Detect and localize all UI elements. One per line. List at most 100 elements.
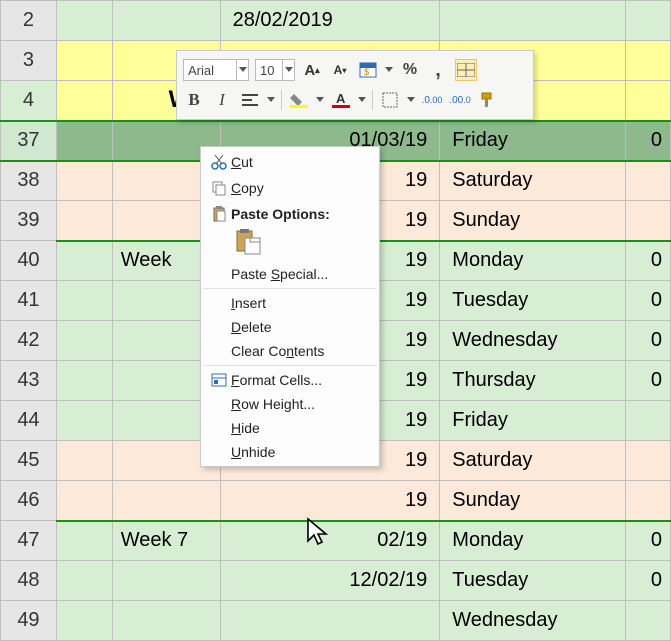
cell-val[interactable]: 0	[626, 241, 671, 281]
font-color-icon[interactable]: A	[330, 89, 352, 111]
cell-day[interactable]: Friday	[440, 401, 626, 441]
menu-cut[interactable]: CuCutt	[201, 149, 379, 175]
menu-copy[interactable]: Copy	[201, 175, 379, 201]
accounting-format-icon[interactable]: $	[357, 59, 379, 81]
mini-toolbar: Arial 10 A▴ A▾ $ % , B I	[176, 50, 534, 120]
cell-val[interactable]: 0	[626, 121, 671, 161]
cell-day[interactable]: Sunday	[440, 481, 626, 521]
chevron-down-icon[interactable]	[316, 97, 324, 103]
cell-date[interactable]: 28/02/2019	[220, 1, 440, 41]
menu-paste-options-header: Paste Options:	[201, 201, 379, 227]
svg-text:A: A	[336, 92, 346, 106]
menu-clear-contents[interactable]: Clear Contents	[201, 339, 379, 363]
cell-date[interactable]: 12/02/19	[220, 561, 440, 601]
menu-label: Copy	[231, 180, 369, 196]
menu-delete[interactable]: Delete	[201, 315, 379, 339]
row-header-44[interactable]: 44	[1, 401, 57, 441]
cell-val[interactable]: 0	[626, 281, 671, 321]
chevron-down-icon[interactable]	[385, 67, 393, 73]
chevron-down-icon[interactable]	[236, 59, 248, 81]
fill-color-icon[interactable]	[288, 89, 310, 111]
percent-icon[interactable]: %	[399, 59, 421, 81]
row-header-43[interactable]: 43	[1, 361, 57, 401]
row-2: 2 28/02/2019	[1, 1, 671, 41]
row-48: 48 12/02/19 Tuesday 0	[1, 561, 671, 601]
menu-hide[interactable]: Hide	[201, 416, 379, 440]
font-name-value: Arial	[188, 63, 214, 78]
menu-paste-special[interactable]: Paste Special...	[201, 262, 379, 286]
menu-insert[interactable]: Insert	[201, 291, 379, 315]
row-47: 47 Week 7 02/19 Monday 0	[1, 521, 671, 561]
decrease-decimal-icon[interactable]: .00.0	[449, 89, 471, 111]
row-header-38[interactable]: 38	[1, 161, 57, 201]
row-46: 46 19 Sunday	[1, 481, 671, 521]
increase-font-icon[interactable]: A▴	[301, 59, 323, 81]
menu-label: Delete	[231, 319, 369, 335]
row-header-48[interactable]: 48	[1, 561, 57, 601]
menu-label: Unhide	[231, 444, 369, 460]
cell-day[interactable]: Monday	[440, 521, 626, 561]
comma-icon[interactable]: ,	[427, 59, 449, 81]
menu-format-cells[interactable]: Format Cells...	[201, 368, 379, 392]
merge-center-icon[interactable]	[455, 59, 477, 81]
row-header-45[interactable]: 45	[1, 441, 57, 481]
menu-label: Row Height...	[231, 396, 369, 412]
format-painter-icon[interactable]	[477, 89, 499, 111]
row-header-46[interactable]: 46	[1, 481, 57, 521]
menu-label: CuCutt	[231, 154, 369, 170]
row-header-41[interactable]: 41	[1, 281, 57, 321]
cell-val[interactable]: 0	[626, 521, 671, 561]
cell-val[interactable]: 0	[626, 321, 671, 361]
cell-day[interactable]: Monday	[440, 241, 626, 281]
cell-day[interactable]: Tuesday	[440, 561, 626, 601]
menu-label: Clear Contents	[231, 343, 369, 359]
borders-icon[interactable]	[379, 89, 401, 111]
cell-day[interactable]: Wednesday	[440, 321, 626, 361]
row-header-37[interactable]: 37	[1, 121, 57, 161]
cell-day[interactable]: Thursday	[440, 361, 626, 401]
menu-label: Insert	[231, 295, 369, 311]
menu-label: Format Cells...	[231, 372, 369, 388]
menu-row-height[interactable]: Row Height...	[201, 392, 379, 416]
row-header-3[interactable]: 3	[1, 41, 57, 81]
bold-button[interactable]: B	[183, 89, 205, 111]
row-header-47[interactable]: 47	[1, 521, 57, 561]
menu-label: Hide	[231, 420, 369, 436]
menu-label: Paste Options:	[231, 206, 369, 222]
italic-button[interactable]: I	[211, 89, 233, 111]
svg-text:$: $	[364, 67, 369, 77]
cell-date[interactable]: 19	[220, 481, 440, 521]
cut-icon	[207, 154, 231, 170]
cell-day[interactable]: Tuesday	[440, 281, 626, 321]
cell-val[interactable]: 0	[626, 361, 671, 401]
chevron-down-icon[interactable]	[267, 97, 275, 103]
cell-day[interactable]: Friday	[440, 121, 626, 161]
menu-label: Paste Special...	[231, 266, 369, 282]
decrease-font-icon[interactable]: A▾	[329, 59, 351, 81]
cell-date[interactable]: 02/19	[220, 521, 440, 561]
cell-day[interactable]: Saturday	[440, 161, 626, 201]
clipboard-icon	[207, 206, 231, 222]
font-size-value: 10	[260, 63, 274, 78]
increase-decimal-icon[interactable]: .0.00	[421, 89, 443, 111]
copy-icon	[207, 180, 231, 196]
menu-unhide[interactable]: Unhide	[201, 440, 379, 464]
chevron-down-icon[interactable]	[358, 97, 366, 103]
cell-day[interactable]: Saturday	[440, 441, 626, 481]
font-name-combo[interactable]: Arial	[183, 59, 249, 81]
align-icon[interactable]	[239, 89, 261, 111]
cell-day[interactable]: Sunday	[440, 201, 626, 241]
row-header-39[interactable]: 39	[1, 201, 57, 241]
cell-val[interactable]: 0	[626, 561, 671, 601]
format-cells-icon	[207, 372, 231, 388]
row-header-2[interactable]: 2	[1, 1, 57, 41]
chevron-down-icon[interactable]	[282, 59, 294, 81]
chevron-down-icon[interactable]	[407, 97, 415, 103]
row-header-40[interactable]: 40	[1, 241, 57, 281]
cell-week[interactable]: Week 7	[112, 521, 220, 561]
font-size-combo[interactable]: 10	[255, 59, 295, 81]
paste-option-icon[interactable]	[235, 242, 265, 258]
context-menu: CuCutt Copy Paste Options: Paste Special…	[200, 146, 380, 467]
row-header-42[interactable]: 42	[1, 321, 57, 361]
row-header-4[interactable]: 4	[1, 81, 57, 121]
